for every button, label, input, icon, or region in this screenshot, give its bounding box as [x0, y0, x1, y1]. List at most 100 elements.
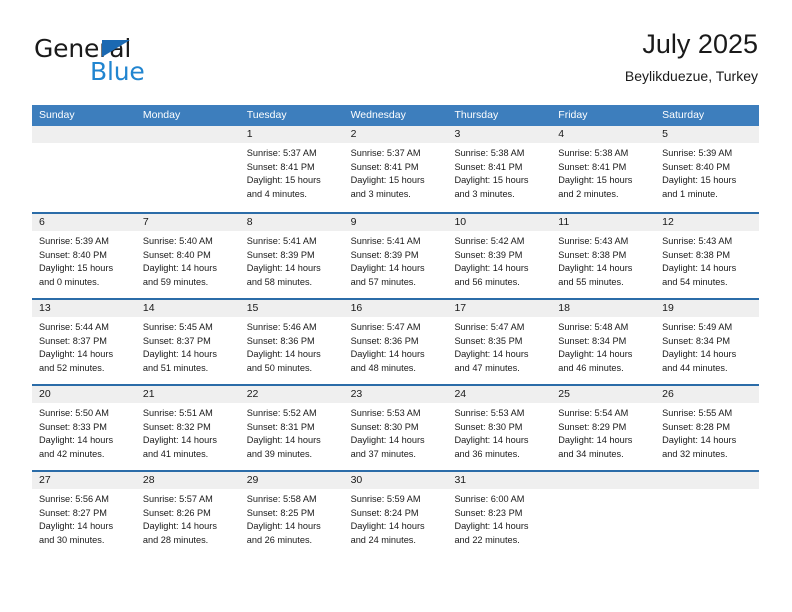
calendar-day-cell[interactable]: 15 Sunrise: 5:46 AM Sunset: 8:36 PM Dayligh…	[239, 300, 344, 384]
calendar-day-cell[interactable]: 7 Sunrise: 5:40 AM Sunset: 8:40 PM Daylight…	[135, 214, 240, 298]
sunset-text: Sunset: 8:39 PM	[350, 249, 419, 260]
sunset-text: Sunset: 8:36 PM	[350, 335, 419, 346]
daylight-text: Daylight: 14 hours and 22 minutes.	[454, 521, 529, 545]
daylight-text: Daylight: 15 hours and 3 minutes.	[350, 175, 425, 199]
calendar-day-cell[interactable]: 17 Sunrise: 5:47 AM Sunset: 8:35 PM Dayligh…	[447, 300, 552, 384]
day-number: 10	[447, 214, 552, 231]
calendar-day-cell[interactable]: 2 Sunrise: 5:37 AM Sunset: 8:41 PM Daylight…	[343, 126, 448, 212]
calendar-day-cell[interactable]: 30 Sunrise: 5:59 AM Sunset: 8:24 PM Dayligh…	[343, 472, 448, 556]
daylight-text: Daylight: 14 hours and 59 minutes.	[142, 263, 217, 287]
sunset-text: Sunset: 8:40 PM	[39, 249, 107, 260]
calendar-day-cell[interactable]: 4 Sunrise: 5:38 AM Sunset: 8:41 PM Daylight…	[551, 126, 656, 212]
day-number: 25	[551, 386, 656, 403]
title-block: July 2025 Beylikduezue, Turkey	[625, 28, 758, 85]
sunrise-text: Sunrise: 5:57 AM	[142, 494, 213, 504]
calendar-day-cell[interactable]: 13 Sunrise: 5:44 AM Sunset: 8:37 PM Dayligh…	[32, 300, 136, 384]
daylight-text: Daylight: 14 hours and 51 minutes.	[142, 349, 217, 373]
day-details: Sunrise: 5:59 AM Sunset: 8:24 PM Daylight:…	[344, 489, 448, 547]
daylight-text: Daylight: 15 hours and 1 minute.	[662, 175, 737, 199]
calendar-day-cell[interactable]: 19 Sunrise: 5:49 AM Sunset: 8:34 PM Dayligh…	[655, 300, 760, 384]
calendar-day-cell[interactable]: 22 Sunrise: 5:52 AM Sunset: 8:31 PM Dayligh…	[239, 386, 344, 470]
calendar-day-cell[interactable]: 20 Sunrise: 5:50 AM Sunset: 8:33 PM Dayligh…	[32, 386, 136, 470]
sunrise-text: Sunrise: 5:47 AM	[454, 322, 525, 332]
day-number: 30	[343, 472, 448, 489]
calendar-week-row: 27 Sunrise: 5:56 AM Sunset: 8:27 PM Dayligh…	[32, 470, 760, 556]
day-details: Sunrise: 5:38 AM Sunset: 8:41 PM Daylight:…	[447, 143, 551, 201]
daylight-text: Daylight: 14 hours and 56 minutes.	[454, 263, 529, 287]
sunset-text: Sunset: 8:26 PM	[142, 507, 211, 518]
calendar-day-cell[interactable]: 24 Sunrise: 5:53 AM Sunset: 8:30 PM Dayligh…	[447, 386, 552, 470]
calendar-day-cell[interactable]: 16 Sunrise: 5:47 AM Sunset: 8:36 PM Dayligh…	[343, 300, 448, 384]
weekday-header-row: Sunday Monday Tuesday Wednesday Thursday Frid…	[32, 105, 759, 126]
day-number: 22	[239, 386, 344, 403]
daylight-text: Daylight: 14 hours and 26 minutes.	[246, 521, 321, 545]
day-details: Sunrise: 5:55 AM Sunset: 8:28 PM Daylight:…	[655, 403, 759, 461]
calendar-day-cell[interactable]: 3 Sunrise: 5:38 AM Sunset: 8:41 PM Daylight…	[447, 126, 552, 212]
page-header: General Blue July 2025 Beylikduezue, Tur…	[34, 28, 758, 94]
day-number	[32, 126, 136, 143]
calendar-day-cell[interactable]: 14 Sunrise: 5:45 AM Sunset: 8:37 PM Dayligh…	[135, 300, 240, 384]
sunset-text: Sunset: 8:32 PM	[142, 421, 211, 432]
day-number: 9	[343, 214, 448, 231]
sunrise-text: Sunrise: 5:44 AM	[39, 322, 109, 332]
calendar-day-cell[interactable]: 27 Sunrise: 5:56 AM Sunset: 8:27 PM Dayligh…	[32, 472, 136, 556]
sunset-text: Sunset: 8:30 PM	[350, 421, 419, 432]
calendar-day-cell[interactable]: 21 Sunrise: 5:51 AM Sunset: 8:32 PM Dayligh…	[135, 386, 240, 470]
calendar-day-cell[interactable]: 29 Sunrise: 5:58 AM Sunset: 8:25 PM Dayligh…	[239, 472, 344, 556]
calendar-day-cell[interactable]: 12 Sunrise: 5:43 AM Sunset: 8:38 PM Dayligh…	[655, 214, 760, 298]
sunset-text: Sunset: 8:33 PM	[39, 421, 107, 432]
day-number: 2	[343, 126, 448, 143]
page-title: July 2025	[642, 29, 758, 59]
calendar-day-cell[interactable]: 6 Sunrise: 5:39 AM Sunset: 8:40 PM Daylight…	[32, 214, 136, 298]
day-details: Sunrise: 5:37 AM Sunset: 8:41 PM Daylight:…	[240, 143, 344, 201]
day-number: 28	[135, 472, 240, 489]
sunset-text: Sunset: 8:31 PM	[246, 421, 315, 432]
daylight-text: Daylight: 14 hours and 46 minutes.	[558, 349, 633, 373]
calendar-day-cell-empty	[32, 126, 136, 212]
day-number	[135, 126, 240, 143]
sunrise-text: Sunrise: 5:39 AM	[39, 236, 109, 246]
sunrise-text: Sunrise: 5:48 AM	[558, 322, 629, 332]
calendar-day-cell[interactable]: 18 Sunrise: 5:48 AM Sunset: 8:34 PM Dayligh…	[551, 300, 656, 384]
day-details: Sunrise: 5:47 AM Sunset: 8:35 PM Daylight:…	[447, 317, 551, 375]
page-subtitle: Beylikduezue, Turkey	[624, 68, 758, 85]
calendar-day-cell[interactable]: 8 Sunrise: 5:41 AM Sunset: 8:39 PM Daylight…	[239, 214, 344, 298]
calendar-day-cell[interactable]: 11 Sunrise: 5:43 AM Sunset: 8:38 PM Dayligh…	[551, 214, 656, 298]
sunset-text: Sunset: 8:37 PM	[39, 335, 107, 346]
calendar-day-cell[interactable]: 28 Sunrise: 5:57 AM Sunset: 8:26 PM Dayligh…	[135, 472, 240, 556]
calendar-day-cell[interactable]: 31 Sunrise: 6:00 AM Sunset: 8:23 PM Dayligh…	[447, 472, 552, 556]
sunrise-text: Sunrise: 5:37 AM	[246, 148, 317, 158]
calendar-day-cell[interactable]: 9 Sunrise: 5:41 AM Sunset: 8:39 PM Daylight…	[343, 214, 448, 298]
day-details: Sunrise: 5:39 AM Sunset: 8:40 PM Daylight:…	[655, 143, 759, 201]
weekday-header-thursday: Thursday	[454, 109, 499, 121]
sunrise-text: Sunrise: 5:53 AM	[454, 408, 525, 418]
day-number: 8	[239, 214, 344, 231]
day-number: 27	[32, 472, 136, 489]
day-details: Sunrise: 5:52 AM Sunset: 8:31 PM Daylight:…	[240, 403, 344, 461]
day-details: Sunrise: 5:57 AM Sunset: 8:26 PM Daylight:…	[136, 489, 240, 547]
sunrise-text: Sunrise: 5:58 AM	[246, 494, 317, 504]
sunset-text: Sunset: 8:38 PM	[558, 249, 627, 260]
calendar-day-cell[interactable]: 5 Sunrise: 5:39 AM Sunset: 8:40 PM Daylight…	[655, 126, 760, 212]
calendar-day-cell-empty	[655, 472, 760, 556]
sunrise-text: Sunrise: 5:39 AM	[662, 148, 733, 158]
day-number: 16	[343, 300, 448, 317]
calendar-page: General Blue July 2025 Beylikduezue, Tur…	[0, 0, 792, 612]
calendar-day-cell[interactable]: 1 Sunrise: 5:37 AM Sunset: 8:41 PM Daylight…	[239, 126, 344, 212]
weekday-header-sunday: Sunday	[39, 109, 75, 121]
calendar-day-cell[interactable]: 25 Sunrise: 5:54 AM Sunset: 8:29 PM Dayligh…	[551, 386, 656, 470]
calendar-weeks: 1 Sunrise: 5:37 AM Sunset: 8:41 PM Daylight…	[32, 126, 760, 556]
calendar-day-cell[interactable]: 10 Sunrise: 5:42 AM Sunset: 8:39 PM Dayligh…	[447, 214, 552, 298]
day-details: Sunrise: 5:56 AM Sunset: 8:27 PM Daylight:…	[32, 489, 136, 547]
calendar-day-cell[interactable]: 26 Sunrise: 5:55 AM Sunset: 8:28 PM Dayligh…	[655, 386, 760, 470]
day-details: Sunrise: 5:53 AM Sunset: 8:30 PM Daylight:…	[447, 403, 551, 461]
sunrise-text: Sunrise: 5:51 AM	[142, 408, 213, 418]
logo-text-blue: Blue	[90, 57, 145, 86]
day-number: 17	[447, 300, 552, 317]
calendar-grid: Sunday Monday Tuesday Wednesday Thursday Frid…	[32, 105, 760, 556]
daylight-text: Daylight: 14 hours and 24 minutes.	[350, 521, 425, 545]
day-details: Sunrise: 5:50 AM Sunset: 8:33 PM Daylight:…	[32, 403, 136, 461]
day-number: 11	[551, 214, 656, 231]
calendar-day-cell[interactable]: 23 Sunrise: 5:53 AM Sunset: 8:30 PM Dayligh…	[343, 386, 448, 470]
sunrise-text: Sunrise: 5:42 AM	[454, 236, 525, 246]
